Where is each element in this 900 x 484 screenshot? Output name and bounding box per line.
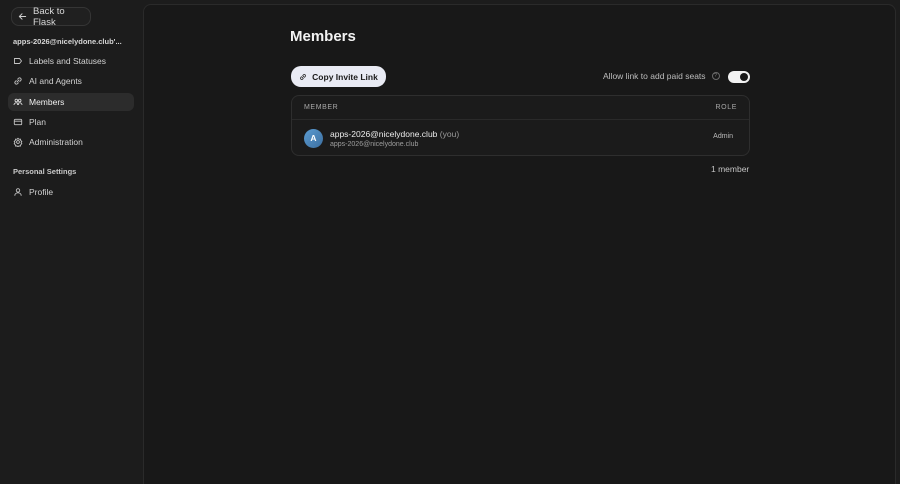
column-role: ROLE xyxy=(715,104,737,111)
copy-invite-link-button[interactable]: Copy Invite Link xyxy=(291,66,386,87)
sidebar-item-label: Administration xyxy=(29,137,83,148)
sidebar-item-label: Labels and Statuses xyxy=(29,56,107,66)
member-count: 1 member xyxy=(711,164,750,174)
sidebar: Back to Flask apps-2026@nicelydone.club'… xyxy=(0,0,142,484)
member-info: apps-2026@nicelydone.club (you) apps-202… xyxy=(330,129,459,148)
settings-nav: Labels and Statuses AI and Agents Member… xyxy=(8,52,134,153)
members-icon xyxy=(13,98,23,105)
members-table: MEMBER ROLE A apps-2026@nicelydone.club … xyxy=(291,95,750,156)
user-icon xyxy=(14,188,22,196)
table-header: MEMBER ROLE xyxy=(292,96,749,120)
gear-icon xyxy=(13,137,23,148)
sidebar-item-label: Members xyxy=(29,96,65,107)
sidebar-item-labels[interactable]: Labels and Statuses xyxy=(8,52,134,70)
link-icon xyxy=(300,73,307,80)
card-icon xyxy=(13,118,23,126)
personal-settings-heading: Personal Settings xyxy=(13,167,77,176)
sidebar-item-ai-agents[interactable]: AI and Agents xyxy=(8,72,134,90)
column-member: MEMBER xyxy=(304,104,339,111)
allow-paid-seats-toggle[interactable] xyxy=(728,71,750,83)
table-row[interactable]: A apps-2026@nicelydone.club (you) apps-2… xyxy=(292,120,749,156)
sidebar-item-label: AI and Agents xyxy=(29,76,82,87)
sidebar-item-profile[interactable]: Profile xyxy=(8,183,134,201)
member-email: apps-2026@nicelydone.club xyxy=(330,140,419,148)
personal-nav: Profile xyxy=(8,183,134,203)
back-to-flask-button[interactable]: Back to Flask xyxy=(11,5,91,28)
sidebar-item-plan[interactable]: Plan xyxy=(8,113,134,131)
help-icon[interactable]: ? xyxy=(711,72,720,80)
arrow-left-icon xyxy=(18,13,27,20)
tag-icon xyxy=(14,58,23,64)
allow-paid-seats-text: Allow link to add paid seats xyxy=(603,71,706,81)
main-panel: Members Copy Invite Link Allow link to a… xyxy=(143,4,896,484)
link-icon xyxy=(14,77,22,85)
toggle-knob xyxy=(740,73,748,81)
avatar: A xyxy=(304,128,323,148)
copy-invite-label: Copy Invite Link xyxy=(312,71,378,82)
member-name-text: apps-2026@nicelydone.club xyxy=(330,128,438,139)
member-role[interactable]: Admin xyxy=(713,133,733,140)
member-name: apps-2026@nicelydone.club (you) xyxy=(330,129,459,139)
workspace-name: apps-2026@nicelydone.club'... xyxy=(13,37,122,46)
sidebar-item-members[interactable]: Members xyxy=(8,92,134,111)
allow-paid-seats-label: Allow link to add paid seats ? xyxy=(603,71,720,81)
page-title: Members xyxy=(290,28,356,45)
you-tag: (you) xyxy=(439,128,460,139)
sidebar-item-label: Plan xyxy=(29,116,47,127)
back-button-label: Back to Flask xyxy=(33,5,65,28)
sidebar-item-label: Profile xyxy=(29,187,54,197)
sidebar-item-administration[interactable]: Administration xyxy=(8,133,134,151)
